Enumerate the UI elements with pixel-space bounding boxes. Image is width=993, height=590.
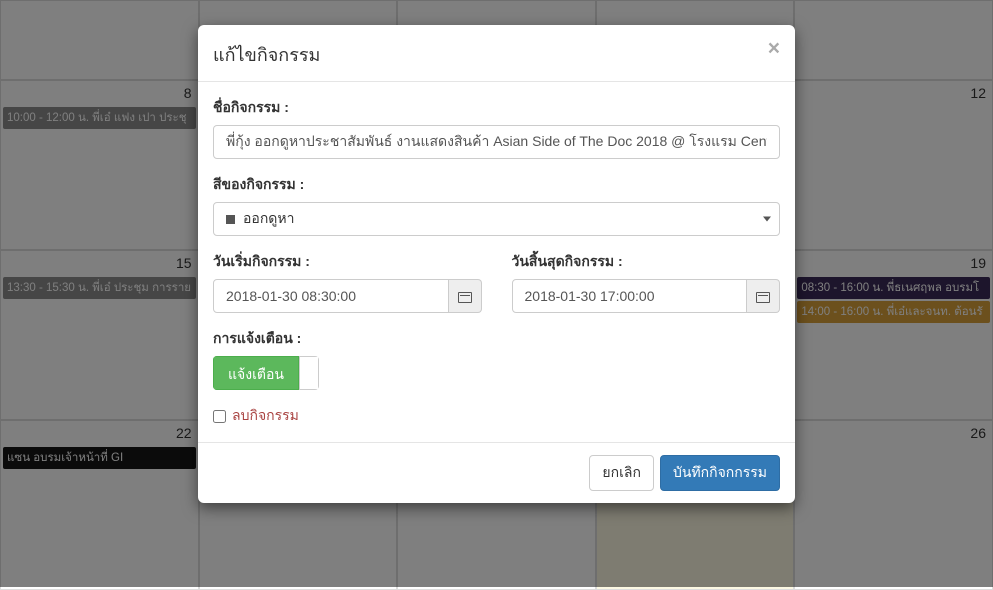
edit-event-modal: แก้ไขกิจกรรม × ชื่อกิจกรรม : สีของกิจกรร…: [198, 25, 795, 503]
event-color-select[interactable]: ออกดูหา: [213, 202, 780, 236]
toggle-handle-icon: [299, 356, 319, 390]
close-icon[interactable]: ×: [768, 38, 780, 59]
delete-event-checkbox[interactable]: [213, 410, 226, 423]
event-name-group: ชื่อกิจกรรม :: [213, 97, 780, 159]
notify-group: การแจ้งเตือน : แจ้งเตือน: [213, 328, 780, 390]
chevron-down-icon: [763, 217, 771, 222]
modal-title: แก้ไขกิจกรรม: [213, 45, 320, 65]
modal-body: ชื่อกิจกรรม : สีของกิจกรรม : ออกดูหา วัน…: [198, 82, 795, 442]
end-date-input[interactable]: [512, 279, 748, 313]
calendar-icon: [458, 290, 472, 303]
event-name-input[interactable]: [213, 125, 780, 159]
color-swatch-icon: [226, 215, 235, 224]
delete-event-label: ลบกิจกรรม: [232, 405, 299, 427]
calendar-icon: [756, 290, 770, 303]
start-date-picker-button[interactable]: [449, 279, 482, 313]
modal-footer: ยกเลิก บันทึกกิจกกรรม: [198, 442, 795, 503]
cancel-button[interactable]: ยกเลิก: [589, 455, 654, 491]
start-date-group: วันเริ่มกิจกรรม :: [213, 251, 482, 313]
start-date-input[interactable]: [213, 279, 449, 313]
modal-header: แก้ไขกิจกรรม ×: [198, 25, 795, 82]
end-date-label: วันสิ้นสุดกิจกรรม :: [512, 251, 781, 273]
save-button[interactable]: บันทึกกิจกกรรม: [660, 455, 780, 491]
event-color-group: สีของกิจกรรม : ออกดูหา: [213, 174, 780, 236]
notify-toggle-on-label: แจ้งเตือน: [213, 356, 299, 390]
event-name-label: ชื่อกิจกรรม :: [213, 97, 780, 119]
event-color-label: สีของกิจกรรม :: [213, 174, 780, 196]
delete-event-row[interactable]: ลบกิจกรรม: [213, 405, 780, 427]
notify-toggle[interactable]: แจ้งเตือน: [213, 356, 319, 390]
end-date-group: วันสิ้นสุดกิจกรรม :: [512, 251, 781, 313]
end-date-picker-button[interactable]: [747, 279, 780, 313]
notify-label: การแจ้งเตือน :: [213, 328, 780, 350]
start-date-label: วันเริ่มกิจกรรม :: [213, 251, 482, 273]
event-color-value: ออกดูหา: [243, 208, 294, 230]
